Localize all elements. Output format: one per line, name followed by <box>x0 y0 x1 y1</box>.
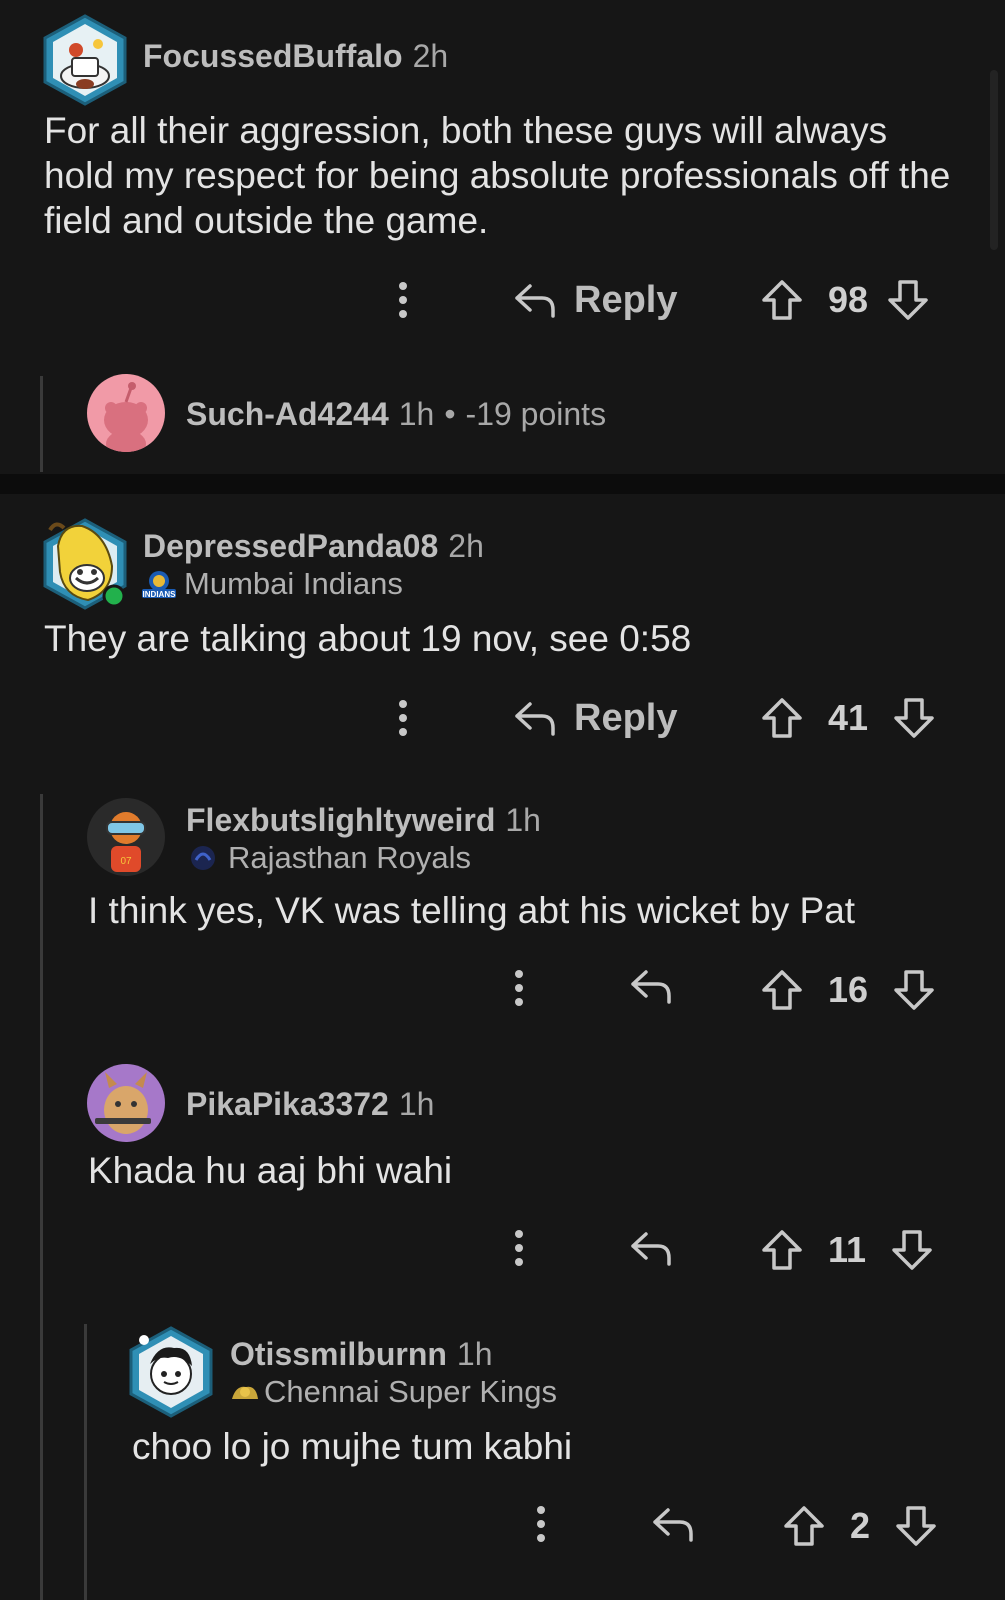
more-vertical-icon <box>399 282 407 318</box>
reply-arrow-icon <box>631 970 671 1004</box>
avatar-such-ad4244[interactable] <box>87 374 165 452</box>
username[interactable]: Otissmilburnn <box>230 1336 447 1372</box>
vote-count: 11 <box>828 1229 867 1270</box>
reply-button[interactable] <box>628 966 674 1006</box>
more-options-button[interactable] <box>388 278 418 322</box>
vote-count: 2 <box>850 1505 871 1546</box>
flair-badge-text: INDIANS <box>143 590 177 599</box>
comment-header: Flexbutslighltyweird 1h <box>186 802 541 839</box>
flair-label: Rajasthan Royals <box>228 840 471 875</box>
reply-arrow-icon <box>515 702 555 736</box>
points: -19 points <box>465 396 607 432</box>
downvote-icon[interactable] <box>892 968 936 1012</box>
downvote-icon[interactable] <box>894 1504 938 1548</box>
thread-line[interactable] <box>40 794 43 1600</box>
timestamp: 1h <box>398 396 435 432</box>
vote-controls: 16 <box>760 966 936 1014</box>
avatar-focussedbuffalo[interactable] <box>42 14 128 106</box>
comment-body: They are talking about 19 nov, see 0:58 <box>44 618 692 659</box>
upvote-icon[interactable] <box>760 1228 804 1272</box>
vote-count: 41 <box>828 697 869 738</box>
chennai-super-kings-flair-icon <box>232 1386 258 1399</box>
username[interactable]: Flexbutslighltyweird <box>186 802 495 838</box>
timestamp: 2h <box>448 528 484 564</box>
reply-arrow-icon <box>631 1232 671 1266</box>
comment-body: Khada hu aaj bhi wahi <box>88 1150 453 1191</box>
timestamp: 1h <box>398 1086 435 1122</box>
upvote-icon[interactable] <box>760 696 804 740</box>
username[interactable]: FocussedBuffalo <box>143 38 403 74</box>
vote-count: 98 <box>828 279 869 320</box>
svg-text:07: 07 <box>120 856 132 867</box>
vote-controls: 98 <box>760 276 930 324</box>
comment-header: FocussedBuffalo 2h <box>143 38 448 75</box>
comment-header: Otissmilburnn 1h <box>230 1336 493 1373</box>
username[interactable]: DepressedPanda08 <box>143 528 438 564</box>
more-vertical-icon <box>399 700 407 736</box>
vote-count: 16 <box>828 969 869 1010</box>
comment-header: PikaPika3372 1h <box>186 1086 434 1123</box>
upvote-icon[interactable] <box>760 278 804 322</box>
reply-button[interactable]: Reply <box>512 276 677 324</box>
thread-line[interactable] <box>40 376 43 472</box>
reply-button[interactable] <box>650 1504 696 1544</box>
thread-line[interactable] <box>84 1324 87 1600</box>
reply-arrow-icon <box>653 1508 693 1542</box>
reply-label: Reply <box>574 696 678 739</box>
vote-controls: 11 <box>760 1226 934 1274</box>
flair: Chennai Super Kings <box>228 1374 557 1410</box>
collapsed-comment-header[interactable]: Such-Ad4244 1h • -19 points <box>186 396 606 433</box>
username[interactable]: PikaPika3372 <box>186 1086 389 1122</box>
timestamp: 1h <box>505 802 541 838</box>
more-options-button[interactable] <box>504 966 534 1010</box>
flair: INDIANS Mumbai Indians <box>140 566 403 602</box>
vote-controls: 41 <box>760 694 936 742</box>
flair-label: Mumbai Indians <box>184 566 403 601</box>
more-vertical-icon <box>537 1506 545 1542</box>
upvote-icon[interactable] <box>782 1504 826 1548</box>
more-options-button[interactable] <box>526 1502 556 1546</box>
upvote-icon[interactable] <box>760 968 804 1012</box>
more-options-button[interactable] <box>504 1226 534 1270</box>
reply-arrow-icon <box>515 284 555 318</box>
timestamp: 2h <box>412 38 449 74</box>
more-vertical-icon <box>515 1230 523 1266</box>
timestamp: 1h <box>456 1336 493 1372</box>
avatar-flexbutslighltyweird[interactable]: 07 <box>87 798 165 876</box>
comment-body: I think yes, VK was telling abt his wick… <box>88 890 856 931</box>
comment-header: DepressedPanda08 2h <box>143 528 484 565</box>
vote-controls: 2 <box>782 1502 938 1550</box>
reply-button[interactable] <box>628 1228 674 1268</box>
comment-body: choo lo jo mujhe tum kabhi <box>132 1426 573 1467</box>
rajasthan-royals-flair-icon <box>191 846 215 870</box>
separator-dot: • <box>444 396 456 432</box>
avatar-depressedpanda08[interactable] <box>42 516 132 612</box>
more-vertical-icon <box>515 970 523 1006</box>
mumbai-indians-flair-icon: INDIANS <box>142 571 177 599</box>
downvote-icon[interactable] <box>890 1228 934 1272</box>
username[interactable]: Such-Ad4244 <box>186 396 389 432</box>
flair-label: Chennai Super Kings <box>264 1374 557 1409</box>
comment-body: For all their aggression, both these guy… <box>44 110 951 241</box>
flair: Rajasthan Royals <box>184 840 471 876</box>
more-options-button[interactable] <box>388 696 418 740</box>
downvote-icon[interactable] <box>892 696 936 740</box>
avatar-otissmilburnn[interactable] <box>128 1324 216 1418</box>
reply-label: Reply <box>574 278 678 321</box>
avatar-pikapika3372[interactable] <box>87 1064 165 1142</box>
divider <box>0 474 1005 494</box>
scrollbar[interactable] <box>990 70 998 250</box>
downvote-icon[interactable] <box>886 278 930 322</box>
reply-button[interactable]: Reply <box>512 694 677 742</box>
